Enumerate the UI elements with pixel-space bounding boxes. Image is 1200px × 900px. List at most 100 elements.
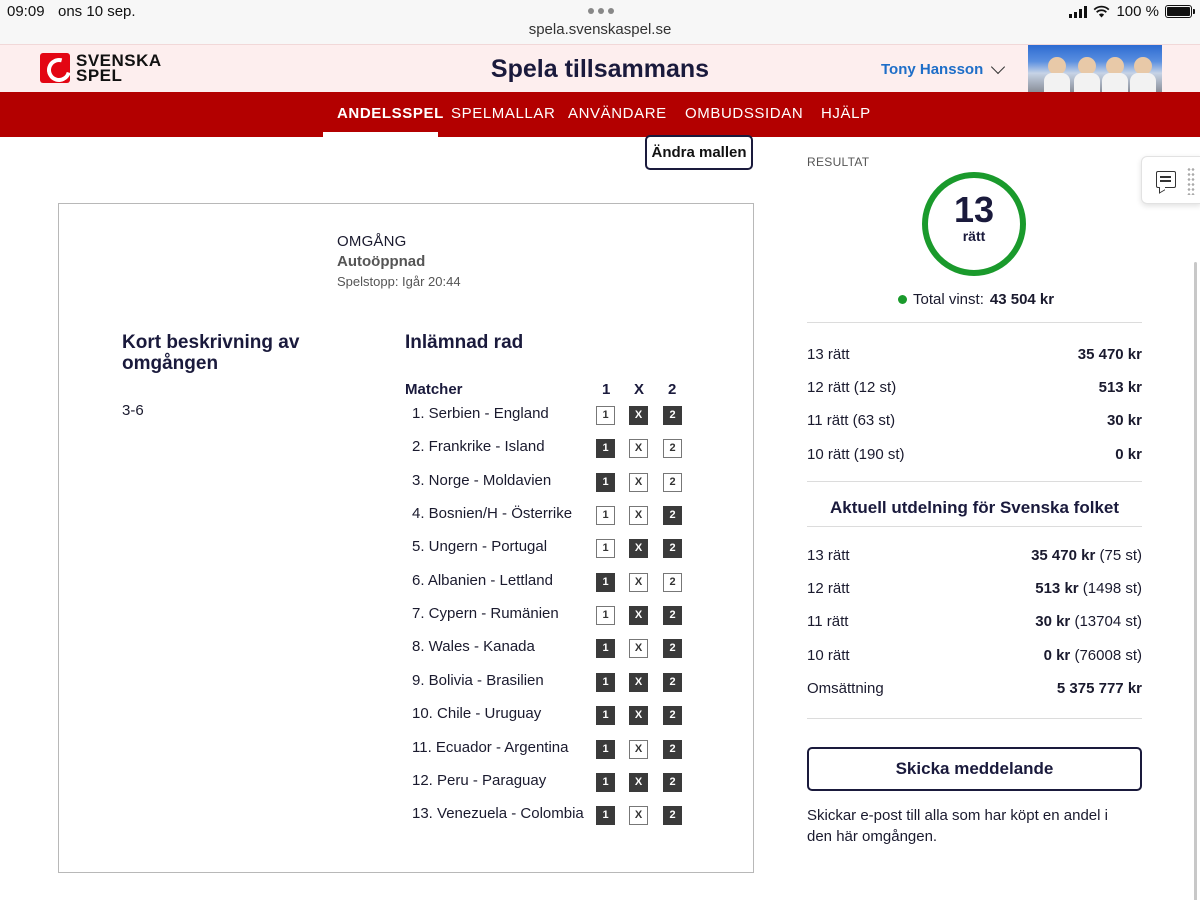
scrollbar[interactable] [1194, 262, 1197, 900]
outcome-box-2-selected: 2 [663, 673, 682, 692]
outcome-box-x: X [629, 573, 648, 592]
payout-value: 30 kr [1106, 412, 1142, 429]
distribution-heading: Aktuell utdelning för Svenska folket [829, 498, 1120, 517]
nav-item-hjalp[interactable]: HJÄLP [821, 105, 871, 122]
status-dot-icon [898, 295, 907, 304]
match-name: 10. Chile - Uruguay [412, 705, 542, 722]
distribution-count: (1498 st) [1082, 580, 1142, 597]
payout-label: 12 rätt (12 st) [807, 379, 897, 396]
divider [807, 718, 1142, 719]
outcome-box-2-selected: 2 [663, 606, 682, 625]
chat-icon[interactable] [1156, 171, 1176, 188]
turnover-value: 5 375 777 kr [1056, 680, 1142, 697]
distribution-row: 12 rätt 513 kr (1498 st) [807, 580, 1142, 597]
column-header-matches: Matcher [405, 381, 463, 398]
distribution-count: (76008 st) [1074, 647, 1142, 664]
match-name: 3. Norge - Moldavien [412, 472, 552, 489]
nav-item-andelsspel[interactable]: ANDELSSPEL [337, 105, 444, 122]
chevron-down-icon[interactable] [991, 59, 1006, 75]
send-message-button[interactable]: Skicka meddelande [807, 747, 1142, 791]
match-name: 8. Wales - Kanada [412, 638, 535, 655]
match-name: 5. Ungern - Portugal [412, 538, 548, 555]
outcome-box-2-selected: 2 [663, 506, 682, 525]
round-stop-time: Spelstopp: Igår 20:44 [337, 274, 461, 289]
outcome-box-1-selected: 1 [596, 773, 615, 792]
outcome-box-1-selected: 1 [596, 639, 615, 658]
change-template-button[interactable]: Ändra mallen [645, 135, 753, 170]
address-bar-url[interactable]: spela.svenskaspel.se [0, 21, 1200, 38]
description-heading: Kort beskrivning av omgången [122, 332, 300, 374]
user-menu[interactable]: Tony Hansson [881, 59, 1006, 78]
distribution-row: 10 rätt 0 kr (76008 st) [807, 647, 1142, 664]
outcome-box-x: X [629, 806, 648, 825]
description-text: 3-6 [122, 402, 144, 419]
ios-status-bar: 09:09 ons 10 sep. spela.svenskaspel.se 1… [0, 0, 1200, 44]
distribution-value: 513 kr [1035, 580, 1079, 597]
outcome-box-2-selected: 2 [663, 539, 682, 558]
outcome-box-1-selected: 1 [596, 806, 615, 825]
promo-banner-image[interactable] [1028, 45, 1162, 92]
match-name: 2. Frankrike - Island [412, 438, 545, 455]
outcome-box-x-selected: X [629, 773, 648, 792]
column-header-1: 1 [602, 381, 611, 398]
turnover-label: Omsättning [807, 680, 884, 697]
site-header: SVENSKA SPEL Spela tillsammans Tony Hans… [0, 44, 1200, 92]
outcome-box-1-selected: 1 [596, 740, 615, 759]
outcome-box-x-selected: X [629, 606, 648, 625]
match-name: 11. Ecuador - Argentina [412, 739, 569, 756]
correct-count-ring: 13 rätt [922, 172, 1026, 276]
correct-count-number: 13 [953, 189, 995, 230]
round-label: OMGÅNG [337, 233, 407, 250]
outcome-box-x: X [629, 439, 648, 458]
outcome-box-x-selected: X [629, 673, 648, 692]
results-label: RESULTAT [807, 155, 870, 169]
match-name: 6. Albanien - Lettland [412, 572, 553, 589]
active-tab-indicator [323, 132, 438, 137]
nav-item-ombudssidan[interactable]: OMBUDSSIDAN [685, 105, 803, 122]
outcome-box-1: 1 [596, 539, 615, 558]
distribution-row: 13 rätt 35 470 kr (75 st) [807, 547, 1142, 564]
divider [807, 526, 1142, 527]
multitasking-dots-icon[interactable] [588, 8, 614, 14]
distribution-row: 11 rätt 30 kr (13704 st) [807, 613, 1142, 630]
distribution-label: 13 rätt [807, 547, 850, 564]
outcome-box-2-selected: 2 [663, 639, 682, 658]
outcome-box-x: X [629, 473, 648, 492]
outcome-box-2: 2 [663, 439, 682, 458]
distribution-count: (13704 st) [1074, 613, 1142, 630]
distribution-label: 11 rätt [807, 613, 849, 630]
distribution-label: 10 rätt [807, 647, 850, 664]
submitted-row-heading: Inlämnad rad [405, 332, 524, 353]
outcome-box-1: 1 [596, 606, 615, 625]
round-card: OMGÅNG Autoöppnad Spelstopp: Igår 20:44 … [58, 203, 754, 873]
match-name: 4. Bosnien/H - Österrike [412, 505, 573, 522]
cellular-signal-icon [1069, 5, 1088, 18]
round-status: Autoöppnad [337, 253, 426, 270]
total-win-label: Total vinst: [913, 291, 984, 308]
nav-item-anvandare[interactable]: ANVÄNDARE [568, 105, 667, 122]
turnover-row: Omsättning 5 375 777 kr [807, 680, 1142, 697]
match-name: 7. Cypern - Rumänien [412, 605, 559, 622]
payout-label: 11 rätt (63 st) [807, 412, 896, 429]
feedback-widget[interactable] [1141, 156, 1200, 204]
battery-percent: 100 % [1116, 3, 1159, 20]
payout-row: 10 rätt (190 st) 0 kr [807, 446, 1142, 463]
distribution-value: 30 kr [1035, 613, 1071, 630]
user-name[interactable]: Tony Hansson [881, 61, 983, 78]
payout-label: 13 rätt [807, 346, 850, 363]
outcome-box-x-selected: X [629, 406, 648, 425]
match-name: 13. Venezuela - Colombia [412, 805, 584, 822]
main-navigation: ANDELSSPEL SPELMALLAR ANVÄNDARE OMBUDSSI… [0, 92, 1200, 137]
payout-value: 35 470 kr [1077, 346, 1142, 363]
outcome-box-1-selected: 1 [596, 706, 615, 725]
drag-handle-icon[interactable] [1187, 167, 1195, 195]
distribution-label: 12 rätt [807, 580, 850, 597]
outcome-box-1: 1 [596, 406, 615, 425]
nav-item-spelmallar[interactable]: SPELMALLAR [451, 105, 555, 122]
column-header-2: 2 [668, 381, 677, 398]
distribution-value: 35 470 kr [1031, 547, 1096, 564]
payout-value: 0 kr [1115, 446, 1142, 463]
wifi-icon [1094, 5, 1110, 18]
outcome-box-1-selected: 1 [596, 439, 615, 458]
payout-row: 13 rätt 35 470 kr [807, 346, 1142, 363]
